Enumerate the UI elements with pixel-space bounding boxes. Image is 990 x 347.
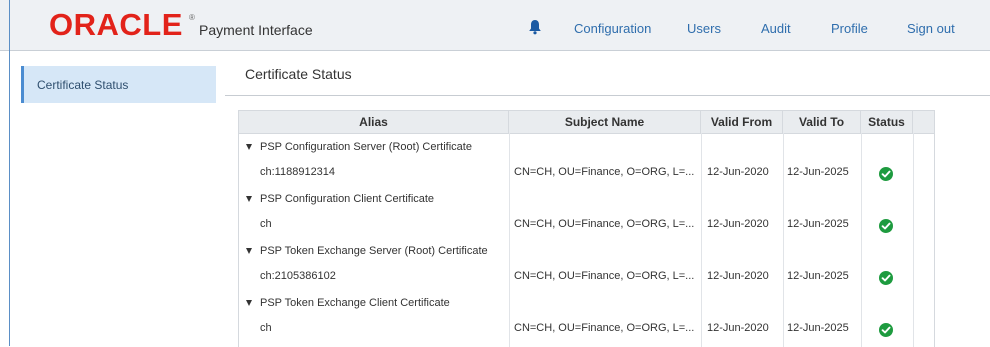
certificate-table: Alias Subject Name Valid From Valid To S… [238, 110, 935, 347]
expand-triangle-icon[interactable] [246, 144, 252, 150]
valid-to-cell: 12-Jun-2025 [787, 322, 849, 334]
app-title: Payment Interface [199, 22, 313, 38]
column-header-subject-name[interactable]: Subject Name [509, 111, 701, 133]
app-header: ORACLE ® Payment Interface Configuration… [0, 0, 990, 51]
title-divider [225, 95, 990, 96]
valid-to-cell: 12-Jun-2025 [787, 270, 849, 282]
valid-from-cell: 12-Jun-2020 [707, 270, 769, 282]
nav-audit[interactable]: Audit [761, 21, 791, 36]
column-header-spacer [913, 111, 934, 133]
window-left-border [9, 0, 10, 346]
sidebar-item-certificate-status[interactable]: Certificate Status [21, 66, 216, 103]
check-circle-icon [879, 167, 893, 181]
table-row[interactable]: ch:1188912314 CN=CH, OU=Finance, O=ORG, … [239, 158, 934, 184]
alias-cell: ch [260, 218, 272, 230]
table-row[interactable]: ch CN=CH, OU=Finance, O=ORG, L=... 12-Ju… [239, 210, 934, 236]
valid-to-cell: 12-Jun-2025 [787, 166, 849, 178]
nav-configuration[interactable]: Configuration [574, 21, 651, 36]
expand-triangle-icon[interactable] [246, 300, 252, 306]
alias-cell: ch:1188912314 [260, 166, 336, 178]
nav-users[interactable]: Users [687, 21, 721, 36]
registered-mark: ® [189, 13, 195, 22]
valid-to-cell: 12-Jun-2025 [787, 218, 849, 230]
expand-triangle-icon[interactable] [246, 248, 252, 254]
valid-from-cell: 12-Jun-2020 [707, 166, 769, 178]
valid-from-cell: 12-Jun-2020 [707, 218, 769, 230]
table-header: Alias Subject Name Valid From Valid To S… [239, 111, 934, 134]
alias-cell: ch [260, 322, 272, 334]
column-header-status[interactable]: Status [861, 111, 913, 133]
oracle-logo: ORACLE [49, 7, 183, 42]
expand-triangle-icon[interactable] [246, 196, 252, 202]
column-header-alias[interactable]: Alias [239, 111, 509, 133]
column-header-valid-to[interactable]: Valid To [783, 111, 861, 133]
subject-cell: CN=CH, OU=Finance, O=ORG, L=... [514, 218, 695, 230]
check-circle-icon [879, 271, 893, 285]
alias-cell: ch:2105386102 [260, 270, 336, 282]
nav-profile[interactable]: Profile [831, 21, 868, 36]
subject-cell: CN=CH, OU=Finance, O=ORG, L=... [514, 322, 695, 334]
nav-sign-out[interactable]: Sign out [907, 21, 955, 36]
column-header-valid-from[interactable]: Valid From [701, 111, 783, 133]
subject-cell: CN=CH, OU=Finance, O=ORG, L=... [514, 166, 695, 178]
subject-cell: CN=CH, OU=Finance, O=ORG, L=... [514, 270, 695, 282]
group-label: PSP Token Exchange Client Certificate [260, 297, 450, 309]
check-circle-icon [879, 219, 893, 233]
group-label: PSP Configuration Server (Root) Certific… [260, 141, 472, 153]
check-circle-icon [879, 323, 893, 337]
table-row[interactable]: ch CN=CH, OU=Finance, O=ORG, L=... 12-Ju… [239, 314, 934, 340]
bell-icon[interactable] [528, 19, 542, 35]
valid-from-cell: 12-Jun-2020 [707, 322, 769, 334]
sidebar-item-label: Certificate Status [37, 78, 129, 92]
group-label: PSP Configuration Client Certificate [260, 193, 435, 205]
page-title: Certificate Status [245, 66, 352, 82]
table-row[interactable]: ch:2105386102 CN=CH, OU=Finance, O=ORG, … [239, 262, 934, 288]
group-label: PSP Token Exchange Server (Root) Certifi… [260, 245, 488, 257]
